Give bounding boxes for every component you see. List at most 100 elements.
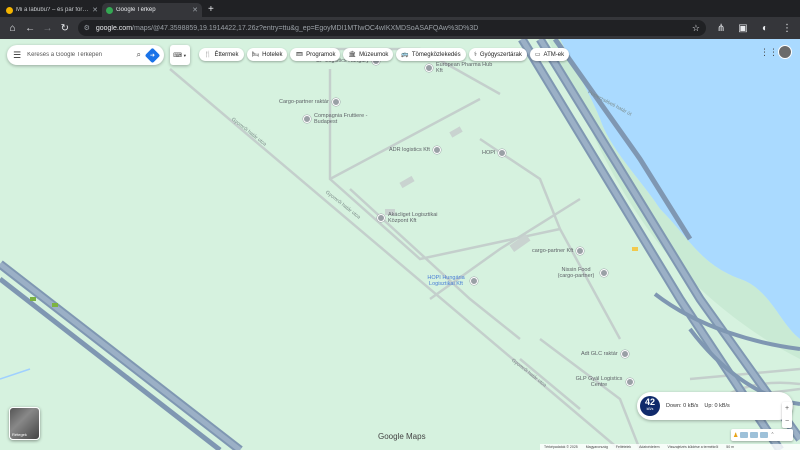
search-icon[interactable]: ⌕	[137, 50, 141, 60]
museum-icon: 🏛	[348, 52, 357, 58]
satellite-layer-toggle[interactable]: Rétegek	[9, 407, 40, 440]
directions-icon[interactable]: ➜	[144, 47, 161, 63]
poi-adr-logistics[interactable]: ADR logistics Kft	[389, 146, 441, 154]
pharmacy-icon: ⚕	[473, 52, 477, 58]
chip-museums[interactable]: 🏛 Múzeumok	[343, 48, 394, 61]
forward-icon[interactable]: →	[39, 19, 56, 37]
poi-adt-glc[interactable]: Adt GLC raktár	[581, 350, 629, 358]
share-icon[interactable]: ⋔	[712, 19, 730, 37]
speed-value: 42	[644, 397, 655, 407]
fork-knife-icon: 🍴	[204, 52, 212, 58]
expand-icon[interactable]: ⌃	[770, 432, 774, 438]
tab-title: Mi a labubu? – és pár forráss	[16, 7, 90, 13]
hamburger-menu-icon[interactable]: ☰	[13, 50, 21, 61]
footer-link-privacy[interactable]: Adatvédelem	[639, 445, 659, 449]
pegman-icon[interactable]: ♟	[733, 432, 738, 439]
layers-label: Rétegek	[12, 432, 27, 437]
download-rate: Down: 0 kB/s	[666, 403, 699, 409]
poi-cargo-partner-kft[interactable]: cargo-partner Kft	[532, 247, 585, 255]
poi-pin-icon	[331, 98, 340, 106]
tab-close-icon[interactable]: ✕	[92, 6, 98, 14]
tab-labubu[interactable]: Mi a labubu? – és pár forráss ✕	[2, 3, 102, 17]
poi-european-pharma-hub[interactable]: European Pharma Hub Kft	[425, 62, 496, 74]
avatar[interactable]	[778, 45, 792, 59]
atm-icon: ▭	[534, 52, 541, 58]
poi-pin-icon	[432, 146, 441, 154]
bed-icon: 🛏	[251, 52, 260, 58]
poi-label: Adt GLC raktár	[581, 351, 618, 357]
zoom-in-icon[interactable]: +	[785, 405, 789, 412]
map-type-dropdown[interactable]: ⌨ ▼	[170, 45, 190, 65]
chip-hotels[interactable]: 🛏 Hotelek	[246, 48, 288, 61]
menu-kebab-icon[interactable]: ⋮	[778, 19, 796, 37]
bookmark-star-icon[interactable]: ☆	[692, 23, 700, 34]
poi-pin-icon	[626, 378, 634, 386]
poi-label: Nissin Food (cargo-partner)	[557, 267, 595, 279]
category-chips: 🍴 Éttermek 🛏 Hotelek 🎟 Programok 🏛 Múzeumok …	[199, 48, 570, 61]
address-bar[interactable]: ⚙ google.com/maps/@47.3598859,19.1914422…	[77, 20, 706, 36]
poi-hopi[interactable]: HOPI	[482, 149, 507, 157]
poi-label: European Pharma Hub Kft	[436, 62, 493, 74]
scale-label[interactable]: 50 m	[726, 445, 734, 449]
map-footer: Térképadatok © 2025 Magyarország Feltéte…	[540, 444, 800, 450]
bus-icon: 🚌	[401, 52, 409, 58]
poi-pin-icon	[425, 64, 433, 72]
poi-label: GLP Gyál Logistics Centre	[575, 376, 623, 388]
chip-label: Múzeumok	[359, 51, 389, 58]
footer-link-terms[interactable]: Feltételek	[616, 445, 631, 449]
poi-compagnia-fruttiere[interactable]: Compagnia Fruttiere - Budapest	[303, 113, 384, 125]
upload-rate: Up: 0 kB/s	[704, 403, 730, 409]
imagery-thumb[interactable]	[740, 432, 749, 438]
chip-programs[interactable]: 🎟 Programok	[290, 48, 341, 61]
poi-label: cargo-partner Kft	[532, 248, 574, 254]
poi-nissin-food[interactable]: Nissin Food (cargo-partner)	[555, 267, 608, 279]
keyboard-icon: ⌨	[173, 52, 182, 59]
chip-restaurants[interactable]: 🍴 Éttermek	[199, 48, 244, 61]
poi-pin-icon	[576, 247, 585, 255]
poi-akacliget[interactable]: Akácliget Logisztikai Központ Kft	[377, 212, 458, 224]
search-input[interactable]	[27, 52, 131, 58]
url-text: google.com/maps/@47.3598859,19.1914422,1…	[95, 24, 479, 32]
chip-atms[interactable]: ▭ ATM-ek	[529, 48, 570, 61]
poi-label: HOPI	[482, 150, 496, 156]
new-tab-icon[interactable]: +	[208, 3, 214, 17]
poi-cargo-partner-raktar[interactable]: Cargo-partner raktár	[279, 98, 340, 106]
footer-link-country[interactable]: Magyarország	[586, 445, 608, 449]
map-base-layer	[0, 39, 800, 450]
map-data-credit: Térképadatok © 2025	[544, 445, 578, 449]
poi-label: ADR logistics Kft	[389, 147, 430, 153]
network-speed-widget: 42 kB/s Down: 0 kB/s Up: 0 kB/s	[637, 392, 793, 420]
chip-label: Programok	[306, 51, 336, 58]
chip-label: Éttermek	[214, 51, 239, 58]
imagery-thumb[interactable]	[760, 432, 769, 438]
poi-pin-icon	[498, 149, 507, 157]
home-icon[interactable]: ⌂	[4, 19, 21, 37]
chip-label: ATM-ek	[543, 51, 565, 58]
extensions-icon[interactable]: ▣	[734, 19, 752, 37]
footer-link-feedback[interactable]: Visszajelzés küldése a termékről	[668, 445, 719, 449]
street-view-bar[interactable]: ♟ ⌃	[731, 429, 793, 441]
poi-pin-icon	[620, 350, 629, 358]
profile-icon[interactable]: ◐	[756, 19, 774, 37]
imagery-thumb[interactable]	[750, 432, 759, 438]
speed-meter-icon: 42 kB/s	[640, 396, 660, 416]
google-maps-logo: Google Maps	[378, 432, 426, 441]
zoom-out-icon[interactable]: −	[785, 418, 789, 425]
poi-hopi-hungaria[interactable]: HOPI Hungária Logisztikai Kft	[425, 275, 478, 287]
chip-transit[interactable]: 🚌 Tömegközlekedés	[396, 48, 466, 61]
search-box[interactable]: ☰ ⌕ ➜	[7, 45, 164, 65]
poi-pin-icon	[303, 115, 311, 123]
poi-glp-gyal[interactable]: GLP Gyál Logistics Centre	[575, 376, 634, 388]
site-info-icon[interactable]: ⚙	[84, 24, 90, 32]
poi-pin-icon	[600, 269, 608, 277]
reload-icon[interactable]: ↻	[56, 19, 73, 37]
tab-google-maps[interactable]: Google Térkép ✕	[102, 3, 202, 17]
chevron-down-icon: ▼	[182, 52, 187, 58]
tab-close-icon[interactable]: ✕	[192, 6, 198, 14]
poi-label: HOPI Hungária Logisztikai Kft	[427, 275, 465, 287]
tab-strip: Mi a labubu? – és pár forráss ✕ Google T…	[0, 0, 800, 17]
chip-pharmacies[interactable]: ⚕ Gyógyszertárak	[468, 48, 527, 61]
map-canvas[interactable]: DP Logistics Hungary European Pharma Hub…	[0, 39, 800, 450]
tab-favicon-icon	[6, 6, 13, 14]
back-icon[interactable]: ←	[21, 19, 38, 37]
